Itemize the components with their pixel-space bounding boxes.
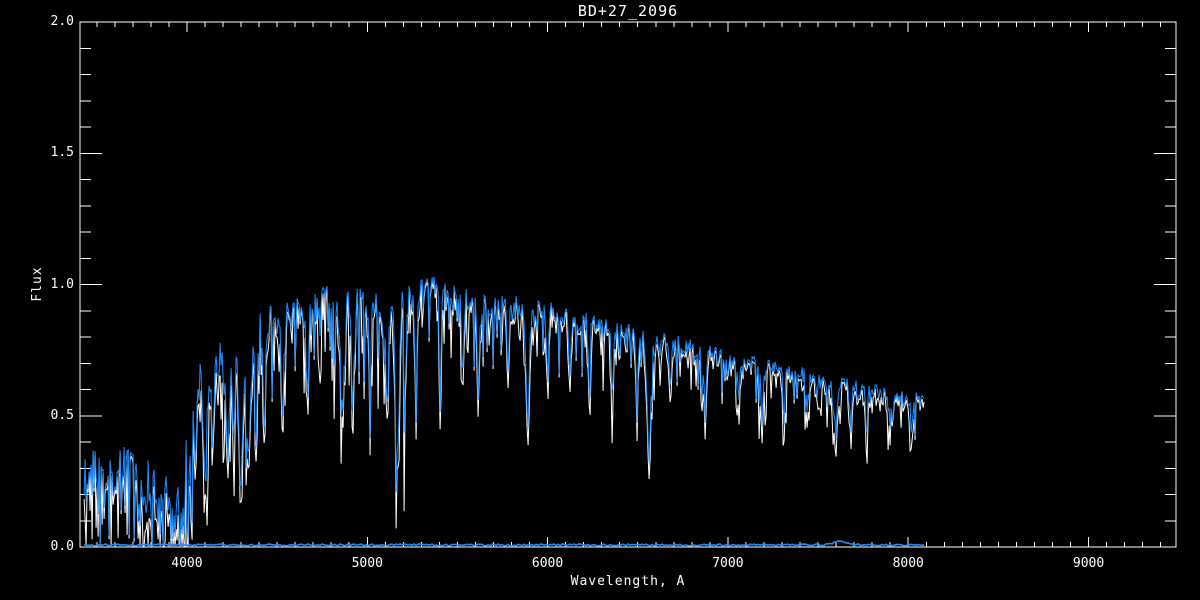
x-axis-label: Wavelength, A <box>570 574 686 589</box>
plot-title: BD+27_2096 <box>577 2 679 20</box>
axes-frame <box>79 21 1177 548</box>
y-tick-label-2.0: 2.0 <box>50 14 74 29</box>
y-tick-label-1.5: 1.5 <box>50 145 74 161</box>
spectrum-blue-overlay <box>83 276 925 547</box>
x-tick-label-4000: 4000 <box>171 556 203 571</box>
error-floor-line <box>83 540 925 547</box>
x-tick-label-8000: 8000 <box>892 556 924 571</box>
spectrum-plot-canvas <box>79 21 1177 548</box>
x-tick-label-7000: 7000 <box>712 556 744 571</box>
x-tick-label-6000: 6000 <box>531 556 564 571</box>
y-tick-label-1.0: 1.0 <box>50 276 74 292</box>
plot-window: BD+27_2096 Wavelength, A Flux 4000 5000 60… <box>0 0 1200 600</box>
x-tick-label-5000: 5000 <box>351 556 383 571</box>
spectrum-white-underlay <box>83 280 925 547</box>
y-tick-label-0.0: 0.0 <box>50 539 74 554</box>
x-tick-label-9000: 9000 <box>1072 556 1105 571</box>
y-tick-label-0.5: 0.5 <box>50 407 74 423</box>
